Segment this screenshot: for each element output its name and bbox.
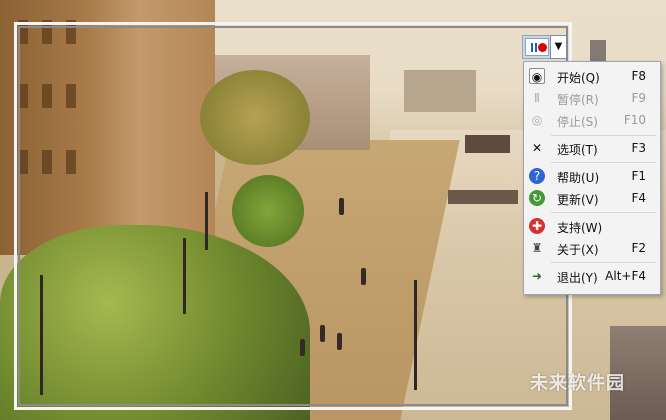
menu-item-label: 退出(Y) (557, 271, 598, 285)
support-icon: ✚ (529, 218, 545, 234)
menu-separator (551, 135, 656, 136)
menu-item-shortcut: F9 (631, 91, 646, 105)
menu-item-shortcut: F2 (631, 241, 646, 255)
record-icon (531, 43, 537, 52)
update-icon: ↻ (529, 190, 545, 206)
menu-item-shortcut: Alt+F4 (605, 269, 646, 283)
menu-separator (551, 162, 656, 163)
menu-separator (551, 262, 656, 263)
context-menu: ◉ 开始(Q) F8 Ⅱ 暂停(R) F9 ◎ 停止(S) F10 ✕ 选项(T… (523, 61, 661, 295)
menu-item-shortcut: F4 (631, 191, 646, 205)
menu-item-label: 关于(X) (557, 243, 599, 257)
help-icon: ? (529, 168, 545, 184)
menu-item-start[interactable]: ◉ 开始(Q) F8 (524, 65, 660, 88)
menu-item-shortcut: F3 (631, 141, 646, 155)
menu-item-help[interactable]: ? 帮助(U) F1 (524, 165, 660, 188)
menu-item-shortcut: F1 (631, 169, 646, 183)
menu-item-label: 停止(S) (557, 115, 598, 129)
camera-icon: ◉ (529, 68, 545, 84)
chevron-down-icon[interactable]: ▼ (550, 35, 567, 59)
menu-separator (551, 212, 656, 213)
watermark-logo: 未来软件园 (530, 373, 625, 394)
menu-item-label: 暂停(R) (557, 93, 599, 107)
pause-icon: Ⅱ (534, 91, 540, 105)
menu-item-label: 帮助(U) (557, 171, 600, 185)
menu-item-support[interactable]: ✚ 支持(W) (524, 215, 660, 238)
menu-item-shortcut: F10 (623, 113, 646, 127)
record-button[interactable] (525, 38, 549, 56)
menu-item-shortcut: F8 (631, 69, 646, 83)
exit-icon: ➜ (531, 269, 543, 283)
tools-icon: ✕ (531, 141, 543, 155)
menu-item-label: 选项(T) (557, 143, 598, 157)
menu-item-exit[interactable]: ➜ 退出(Y) Alt+F4 (524, 265, 660, 288)
menu-item-options[interactable]: ✕ 选项(T) F3 (524, 137, 660, 160)
menu-item-label: 开始(Q) (557, 71, 600, 85)
menu-item-about[interactable]: ♜ 关于(X) F2 (524, 237, 660, 260)
menu-item-update[interactable]: ↻ 更新(V) F4 (524, 187, 660, 210)
menu-item-stop[interactable]: ◎ 停止(S) F10 (524, 109, 660, 132)
menu-item-pause[interactable]: Ⅱ 暂停(R) F9 (524, 87, 660, 110)
record-dot-icon (538, 43, 547, 52)
menu-item-label: 更新(V) (557, 193, 599, 207)
capture-region-inner-border[interactable] (18, 26, 568, 406)
menu-item-label: 支持(W) (557, 221, 603, 235)
about-icon: ♜ (531, 241, 543, 255)
stop-icon: ◎ (531, 113, 543, 127)
